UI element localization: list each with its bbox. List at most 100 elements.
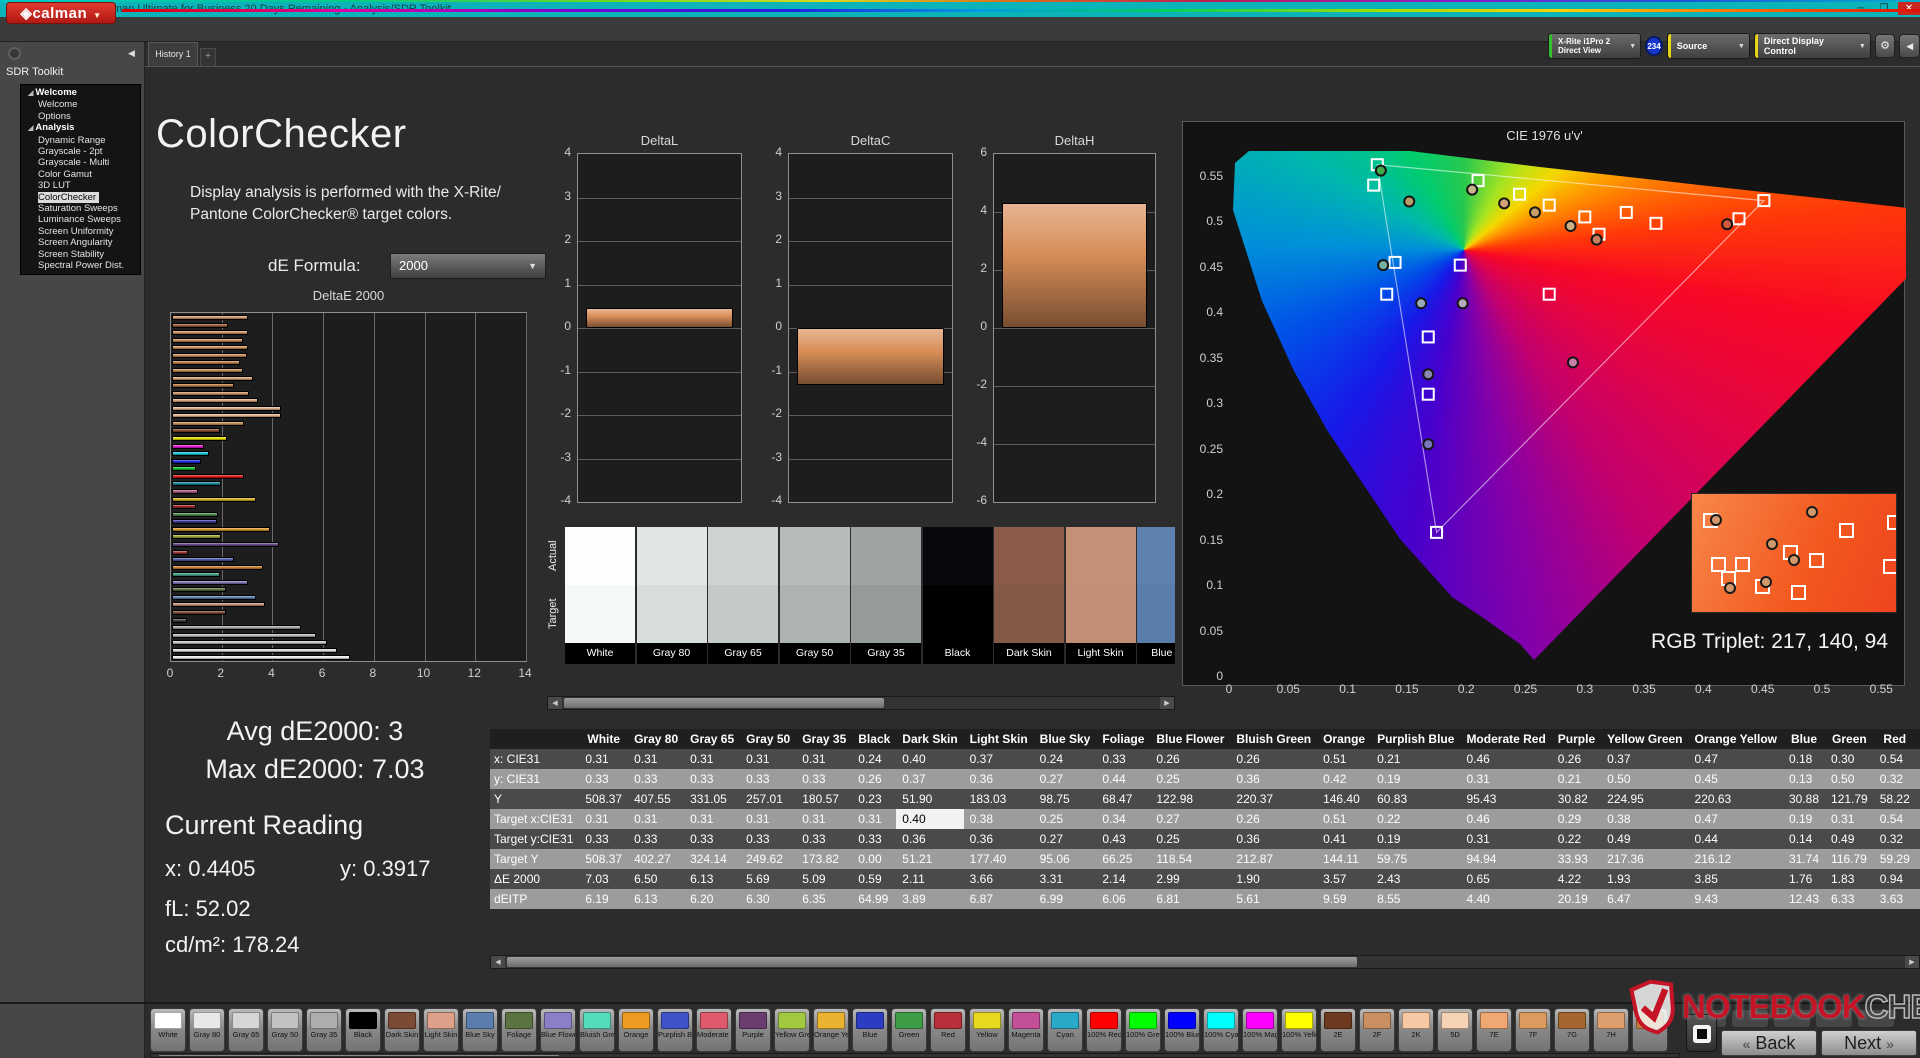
table-cell[interactable]: 0.25	[1150, 769, 1231, 789]
table-cell[interactable]: 402.27	[628, 849, 685, 869]
patch-button-moderate-red[interactable]: Moderate Red	[696, 1008, 732, 1052]
table-cell[interactable]: 0.46	[1460, 749, 1552, 769]
table-cell[interactable]: 0.26	[1551, 749, 1602, 769]
table-cell[interactable]: 0.31	[796, 809, 853, 829]
tab-history-1[interactable]: History 1	[148, 42, 198, 66]
table-cell[interactable]: 6.13	[684, 869, 741, 889]
patch-button-100-cyan[interactable]: 100% Cyan	[1203, 1008, 1239, 1052]
table-cell[interactable]: 0.31	[579, 749, 629, 769]
patch-button-orange[interactable]: Orange	[618, 1008, 654, 1052]
table-cell[interactable]: 0.51	[1317, 749, 1372, 769]
patch-button-7f[interactable]: 7F	[1515, 1008, 1551, 1052]
table-cell[interactable]: 180.57	[796, 789, 853, 809]
table-cell[interactable]: 0.33	[628, 829, 685, 849]
table-cell[interactable]: 64.99	[852, 889, 897, 909]
table-cell[interactable]: 257.01	[740, 789, 797, 809]
table-cell[interactable]: 0.36	[963, 769, 1034, 789]
table-cell[interactable]: 0.40	[896, 749, 964, 769]
sidebar-record-indicator[interactable]	[8, 47, 21, 60]
table-cell[interactable]: 3.63	[1873, 889, 1916, 909]
table-cell[interactable]: 224.95	[1601, 789, 1689, 809]
de-formula-select[interactable]: 2000 ▼	[390, 253, 546, 279]
table-cell[interactable]: 5.61	[1230, 889, 1318, 909]
table-cell[interactable]: 0.44	[1688, 829, 1783, 849]
patch-button-magenta[interactable]: Magenta	[1008, 1008, 1044, 1052]
patch-button-7h[interactable]: 7H	[1593, 1008, 1629, 1052]
scroll-right-icon[interactable]: ▶	[1160, 697, 1174, 709]
table-cell[interactable]: 5.69	[740, 869, 797, 889]
table-cell[interactable]: 0.19	[1371, 829, 1461, 849]
table-cell[interactable]: 116.79	[1825, 849, 1874, 869]
patch-button-white[interactable]: White	[150, 1008, 186, 1052]
patch-button-gray-65[interactable]: Gray 65	[228, 1008, 264, 1052]
table-cell[interactable]: 0.33	[1096, 749, 1151, 769]
table-cell[interactable]: 0.29	[1551, 809, 1602, 829]
table-cell[interactable]: 0.18	[1783, 749, 1826, 769]
table-cell[interactable]: 0.27	[1150, 809, 1231, 829]
table-cell[interactable]: 68.47	[1096, 789, 1151, 809]
patch-button-red[interactable]: Red	[930, 1008, 966, 1052]
table-cell[interactable]: 508.37	[579, 789, 629, 809]
table-cell[interactable]: 20.19	[1551, 889, 1602, 909]
table-cell[interactable]: 12.43	[1783, 889, 1826, 909]
meter-dropdown-1[interactable]: X-Rite i1Pro 2 Direct View ▼	[1548, 33, 1642, 59]
table-cell[interactable]: 249.62	[740, 849, 797, 869]
table-cell[interactable]: 9.07	[1915, 889, 1920, 909]
table-cell[interactable]: 0.31	[1825, 809, 1874, 829]
table-cell[interactable]: 0.24	[1033, 749, 1097, 769]
table-cell[interactable]: 95.43	[1460, 789, 1552, 809]
tree-item-colorchecker[interactable]: ColorChecker	[21, 191, 140, 204]
panel-collapse-button[interactable]: ◀	[1899, 34, 1920, 58]
table-cell[interactable]: 0.38	[963, 809, 1034, 829]
table-cell[interactable]: 324.14	[684, 849, 741, 869]
patch-button-blue-sky[interactable]: Blue Sky	[462, 1008, 498, 1052]
table-cell[interactable]: 0.44	[1096, 769, 1151, 789]
table-cell[interactable]: 0.46	[1460, 809, 1552, 829]
patch-button-dark-skin[interactable]: Dark Skin	[384, 1008, 420, 1052]
swatch-scrollbar[interactable]: ◀ ▶	[547, 696, 1175, 710]
table-cell[interactable]: 216.12	[1688, 849, 1783, 869]
table-cell[interactable]: 0.26	[1230, 809, 1318, 829]
table-cell[interactable]: 508.37	[579, 849, 629, 869]
table-cell[interactable]: 217.36	[1601, 849, 1689, 869]
table-cell[interactable]: 0.50	[1825, 769, 1874, 789]
table-cell[interactable]: 6.20	[684, 889, 741, 909]
table-cell[interactable]: 0.26	[852, 769, 897, 789]
table-cell[interactable]: 0.13	[1783, 769, 1826, 789]
table-cell[interactable]: 0.36	[963, 829, 1034, 849]
table-cell[interactable]: 30.88	[1783, 789, 1826, 809]
table-cell[interactable]: 6.47	[1601, 889, 1689, 909]
table-cell[interactable]: 6.99	[1033, 889, 1097, 909]
table-cell[interactable]: 0.33	[628, 769, 685, 789]
patch-button-gray-80[interactable]: Gray 80	[189, 1008, 225, 1052]
table-cell[interactable]: 0.47	[1688, 809, 1783, 829]
tree-item-grayscale-2pt[interactable]: Grayscale - 2pt	[21, 146, 140, 157]
patch-button-gray-35[interactable]: Gray 35	[306, 1008, 342, 1052]
table-cell[interactable]: 331.05	[684, 789, 741, 809]
table-cell[interactable]: 0.45	[1915, 809, 1920, 829]
table-cell[interactable]: 0.33	[579, 829, 629, 849]
patch-button-purple[interactable]: Purple	[735, 1008, 771, 1052]
table-cell[interactable]: 0.33	[796, 769, 853, 789]
table-cell[interactable]: 58.22	[1873, 789, 1916, 809]
tree-item-saturation-sweeps[interactable]: Saturation Sweeps	[21, 203, 140, 214]
table-cell[interactable]: 6.50	[628, 869, 685, 889]
table-cell[interactable]: 3.66	[963, 869, 1034, 889]
table-cell[interactable]: 59.75	[1371, 849, 1461, 869]
table-cell[interactable]: 0.00	[852, 849, 897, 869]
tree-item-luminance-sweeps[interactable]: Luminance Sweeps	[21, 214, 140, 225]
table-cell[interactable]: 1.93	[1601, 869, 1689, 889]
patch-button-green[interactable]: Green	[891, 1008, 927, 1052]
table-cell[interactable]: 0.33	[796, 829, 853, 849]
tree-item-analysis[interactable]: ◢ Analysis	[21, 122, 140, 134]
patch-button-yellow-green[interactable]: Yellow Green	[774, 1008, 810, 1052]
table-cell[interactable]: 3.31	[1915, 869, 1920, 889]
table-cell[interactable]: 33.93	[1551, 849, 1602, 869]
table-cell[interactable]: 0.44	[1915, 749, 1920, 769]
strip-scroll-thumb[interactable]	[159, 1055, 559, 1056]
table-cell[interactable]: 0.22	[1371, 809, 1461, 829]
table-cell[interactable]: 0.37	[1601, 749, 1689, 769]
table-cell[interactable]: 0.47	[1915, 829, 1920, 849]
table-cell[interactable]: 0.54	[1873, 749, 1916, 769]
table-cell[interactable]: 299.75	[1915, 849, 1920, 869]
